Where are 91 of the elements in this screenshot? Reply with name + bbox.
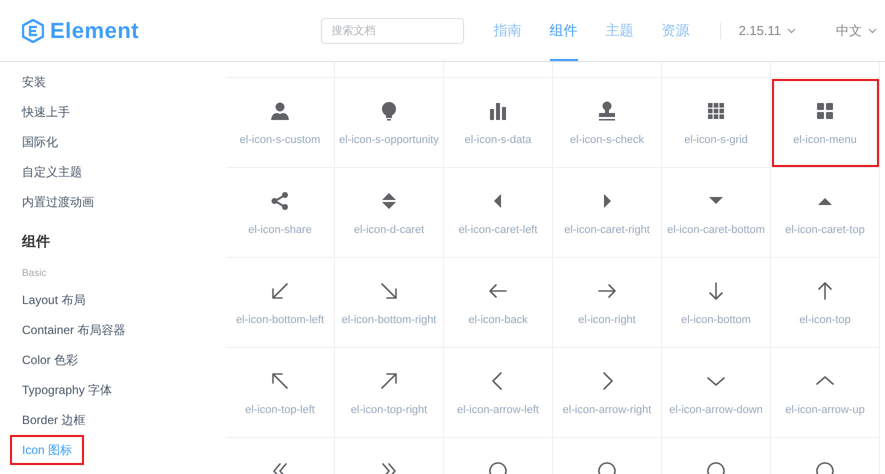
language-selector[interactable]: 中文 xyxy=(836,22,862,40)
stamp-icon xyxy=(597,101,617,121)
icon-name: el-icon-s-opportunity xyxy=(339,134,439,146)
user-icon xyxy=(270,101,290,121)
sidebar-item[interactable]: Color 色彩 xyxy=(22,345,78,375)
icon-name: el-icon-top-right xyxy=(350,404,428,416)
hexagon-logo-icon xyxy=(22,18,44,42)
arrow-down-right-icon xyxy=(379,281,399,301)
icon-tile[interactable]: el-icon-bottom-right xyxy=(335,258,444,348)
arrow-up-right-icon xyxy=(379,371,399,391)
icon-tile[interactable] xyxy=(444,62,553,78)
nav-link[interactable]: 指南 xyxy=(494,0,522,61)
icon-tile[interactable]: el-icon-s-opportunity xyxy=(335,78,444,168)
section-title: 组件 xyxy=(22,232,50,251)
arrow-left-icon xyxy=(488,281,508,301)
bar-chart-icon xyxy=(488,101,508,121)
icon-name: el-icon-arrow-down xyxy=(669,404,763,416)
sidebar-item[interactable]: 自定义主题 xyxy=(22,157,82,187)
icon-tile[interactable]: el-icon-d-caret xyxy=(335,168,444,258)
icon-name: el-icon-bottom-left xyxy=(236,314,324,326)
nav-link[interactable]: 组件 xyxy=(550,0,578,61)
nav-link[interactable]: 资源 xyxy=(662,0,690,61)
caret-down-icon xyxy=(868,28,877,34)
icon-name: el-icon-s-data xyxy=(464,134,532,146)
icon-tile[interactable]: el-icon-arrow-up xyxy=(771,348,880,438)
group-label: Basic xyxy=(22,267,46,281)
icon-name: el-icon-s-check xyxy=(570,134,644,146)
icon-name: el-icon-s-custom xyxy=(240,134,320,146)
share-icon xyxy=(270,191,290,211)
icon-tile[interactable]: el-icon-bottom-left xyxy=(226,258,335,348)
icon-name: el-icon-menu xyxy=(793,134,857,146)
icon-tile[interactable]: el-icon-share xyxy=(226,168,335,258)
icon-tile[interactable]: el-icon-arrow-down xyxy=(662,348,771,438)
icon-name: el-icon-right xyxy=(578,314,636,326)
icon-tile[interactable] xyxy=(771,62,880,78)
arrow-right-icon xyxy=(597,281,617,301)
icon-tile[interactable]: el-icon-s-grid xyxy=(662,78,771,168)
arrow-up-left-icon xyxy=(270,371,290,391)
icon-tile[interactable]: el-icon-back xyxy=(444,258,553,348)
menu-icon xyxy=(815,101,835,121)
icon-name: el-icon-bottom-right xyxy=(342,314,436,326)
sidebar-item[interactable]: Layout 布局 xyxy=(22,285,86,315)
icon-tile[interactable]: el-icon-caret-bottom xyxy=(662,168,771,258)
icon-name: el-icon-arrow-up xyxy=(785,404,865,416)
icon-name: el-icon-caret-top xyxy=(785,224,865,236)
icon-tile[interactable]: el-icon-arrow-left xyxy=(444,348,553,438)
sidebar-item[interactable]: Border 边框 xyxy=(22,405,86,435)
icon-tile[interactable] xyxy=(662,62,771,78)
light-bulb-icon xyxy=(379,101,399,121)
version-selector[interactable]: 2.15.11 xyxy=(738,23,781,38)
icon-tile[interactable]: el-icon-caret-left xyxy=(444,168,553,258)
icon-tile[interactable]: el-icon-top xyxy=(771,258,880,348)
icon-tile[interactable]: el-icon-caret-right xyxy=(553,168,662,258)
logo-text: Element xyxy=(50,18,140,44)
icon-tile[interactable] xyxy=(226,62,335,78)
icon-tile[interactable] xyxy=(335,62,444,78)
icon-name: el-icon-arrow-right xyxy=(562,404,652,416)
nav-link[interactable]: 主题 xyxy=(606,0,634,61)
icon-name: el-icon-d-caret xyxy=(354,224,424,236)
sidebar-item[interactable]: Icon 图标 xyxy=(12,437,82,463)
icon-name: el-icon-caret-right xyxy=(564,224,650,236)
icon-name: el-icon-share xyxy=(248,224,312,236)
sidebar-item[interactable]: 国际化 xyxy=(22,127,58,157)
icon-name: el-icon-caret-bottom xyxy=(667,224,765,236)
sidebar-item[interactable]: 快速上手 xyxy=(22,97,70,127)
icon-tile[interactable]: el-icon-bottom xyxy=(662,258,771,348)
sidebar-item[interactable]: 安装 xyxy=(22,67,46,97)
icon-tile[interactable]: el-icon-menu xyxy=(771,78,880,168)
search-field[interactable]: 搜索文档 xyxy=(320,18,464,44)
icon-name: el-icon-bottom xyxy=(681,314,751,326)
grid-icon xyxy=(706,101,726,121)
icon-tile[interactable]: el-icon-s-custom xyxy=(226,78,335,168)
icon-tile[interactable]: el-icon-arrow-right xyxy=(553,348,662,438)
icon-tile[interactable]: el-icon-top-left xyxy=(226,348,335,438)
icon-tile[interactable]: el-icon-s-check xyxy=(553,78,662,168)
icon-name: el-icon-top-left xyxy=(245,404,315,416)
sidebar-item[interactable]: Typography 字体 xyxy=(22,375,112,405)
arrow-down-left-icon xyxy=(270,281,290,301)
icon-name: el-icon-caret-left xyxy=(458,224,538,236)
caret-down-icon xyxy=(787,28,796,34)
icon-name: el-icon-back xyxy=(468,314,528,326)
icon-name: el-icon-arrow-left xyxy=(457,404,539,416)
icon-name: el-icon-s-grid xyxy=(684,134,748,146)
icon-tile[interactable]: el-icon-right xyxy=(553,258,662,348)
sidebar-item[interactable]: 内置过渡动画 xyxy=(22,187,94,217)
icon-tile[interactable] xyxy=(553,62,662,78)
icon-name: el-icon-top xyxy=(799,314,851,326)
sidebar-item[interactable]: Container 布局容器 xyxy=(22,315,126,345)
icon-tile[interactable]: el-icon-caret-top xyxy=(771,168,880,258)
icon-tile[interactable]: el-icon-top-right xyxy=(335,348,444,438)
icon-tile[interactable]: el-icon-s-data xyxy=(444,78,553,168)
